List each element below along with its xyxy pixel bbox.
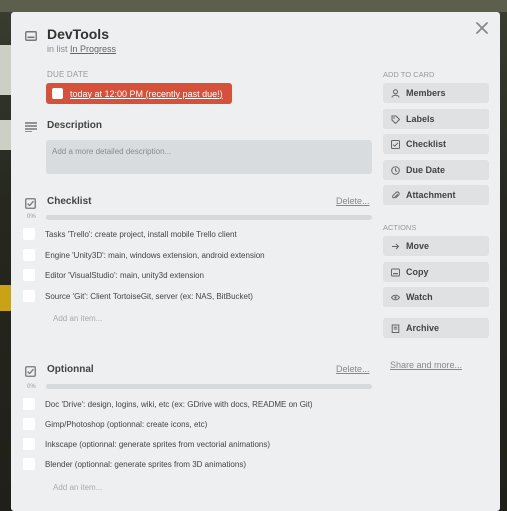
checklist-percent: 0% <box>27 384 36 390</box>
checklist-item-text[interactable]: Blender (optionnal: generate sprites fro… <box>45 460 246 469</box>
checklist-item-checkbox[interactable] <box>23 418 35 430</box>
watch-button-label: Watch <box>406 292 433 302</box>
checklist-item-text[interactable]: Engine 'Unity3D': main, windows extensio… <box>45 251 265 260</box>
checklist-item-text[interactable]: Doc 'Drive': design, logins, wiki, etc (… <box>45 400 313 409</box>
arrow-right-icon <box>391 242 400 251</box>
labels-button[interactable]: Labels <box>383 109 489 129</box>
checklist-item-text[interactable]: Inkscape (optionnal: generate sprites fr… <box>45 440 270 449</box>
attachment-button-label: Attachment <box>406 190 456 200</box>
person-icon <box>391 88 400 98</box>
archive-icon <box>391 324 400 333</box>
members-button-label: Members <box>406 88 446 98</box>
watch-button[interactable]: Watch <box>383 287 489 307</box>
add-checklist-item[interactable]: Add an item... <box>53 314 102 323</box>
members-button[interactable]: Members <box>383 83 489 103</box>
checklist-title[interactable]: Checklist <box>47 196 91 207</box>
checklist-item-checkbox[interactable] <box>23 249 35 261</box>
card-title[interactable]: DevTools <box>47 26 109 42</box>
description-input[interactable]: Add a more detailed description... <box>46 140 372 174</box>
add-checklist-item[interactable]: Add an item... <box>53 483 102 492</box>
checklist-item[interactable]: Tasks 'Trello': create project, install … <box>23 227 237 241</box>
description-icon <box>25 119 37 137</box>
checklist-title[interactable]: Optionnal <box>47 364 94 375</box>
checklist-item-text[interactable]: Gimp/Photoshop (optionnal: create icons,… <box>45 420 207 429</box>
card-list-info: in list In Progress <box>47 44 116 54</box>
checklist-item[interactable]: Gimp/Photoshop (optionnal: create icons,… <box>23 417 207 431</box>
actions-label: ACTIONS <box>383 223 417 232</box>
checklist-progress-bar <box>46 384 372 389</box>
add-to-card-label: ADD TO CARD <box>383 70 435 79</box>
archive-button-label: Archive <box>406 323 440 333</box>
archive-button[interactable]: Archive <box>383 318 489 338</box>
checklist-delete-link[interactable]: Delete... <box>336 196 370 206</box>
description-title: Description <box>47 120 103 131</box>
card-icon <box>25 28 37 46</box>
due-date-button[interactable]: Due Date <box>383 160 489 180</box>
checklist-item-checkbox[interactable] <box>23 398 35 410</box>
card-detail-modal: DevTools in list In Progress DUE DATE to… <box>11 12 500 511</box>
list-prefix: in list <box>47 44 68 54</box>
checklist-item-checkbox[interactable] <box>23 438 35 450</box>
due-date-button-label: Due Date <box>406 165 446 175</box>
checkbox-icon <box>391 139 400 149</box>
due-complete-checkbox[interactable] <box>52 88 63 99</box>
checklist-item[interactable]: Doc 'Drive': design, logins, wiki, etc (… <box>23 397 313 411</box>
checklist-item[interactable]: Blender (optionnal: generate sprites fro… <box>23 457 246 471</box>
copy-button-label: Copy <box>406 267 429 277</box>
due-date-badge[interactable]: today at 12:00 PM (recently past due!) <box>46 83 232 104</box>
checklist-item-text[interactable]: Editor 'VisualStudio': main, unity3d ext… <box>45 271 204 280</box>
checklist-button[interactable]: Checklist <box>383 134 489 154</box>
checklist-delete-link[interactable]: Delete... <box>336 364 370 374</box>
clock-icon <box>391 165 400 175</box>
checklist-item-checkbox[interactable] <box>23 269 35 281</box>
share-and-more-link[interactable]: Share and more... <box>390 360 462 370</box>
due-date-text[interactable]: today at 12:00 PM (recently past due!) <box>70 89 223 99</box>
checklist-icon <box>25 364 36 382</box>
paperclip-icon <box>391 191 400 200</box>
due-date-label: DUE DATE <box>47 70 89 79</box>
labels-button-label: Labels <box>406 114 435 124</box>
tag-icon <box>391 115 400 124</box>
checklist-item[interactable]: Source 'Git': Client TortoiseGit, server… <box>23 289 253 303</box>
copy-button[interactable]: Copy <box>383 262 489 282</box>
checklist-icon <box>25 196 36 214</box>
card-icon <box>391 268 400 277</box>
move-button-label: Move <box>406 241 430 251</box>
checklist-button-label: Checklist <box>406 139 447 149</box>
checklist-item[interactable]: Editor 'VisualStudio': main, unity3d ext… <box>23 268 204 282</box>
checklist-item[interactable]: Inkscape (optionnal: generate sprites fr… <box>23 437 270 451</box>
checklist-item-checkbox[interactable] <box>23 290 35 302</box>
checklist-item-checkbox[interactable] <box>23 458 35 470</box>
checklist-item[interactable]: Engine 'Unity3D': main, windows extensio… <box>23 248 265 262</box>
list-link[interactable]: In Progress <box>70 44 116 54</box>
eye-icon <box>391 293 400 302</box>
close-icon[interactable] <box>474 20 490 36</box>
checklist-item-text[interactable]: Source 'Git': Client TortoiseGit, server… <box>45 292 253 301</box>
attachment-button[interactable]: Attachment <box>383 185 489 205</box>
move-button[interactable]: Move <box>383 236 489 256</box>
checklist-item-checkbox[interactable] <box>23 228 35 240</box>
checklist-percent: 0% <box>27 214 36 220</box>
checklist-item-text[interactable]: Tasks 'Trello': create project, install … <box>45 230 237 239</box>
checklist-progress-bar <box>46 215 372 220</box>
board-header-strip <box>0 0 507 12</box>
description-placeholder: Add a more detailed description... <box>52 147 172 156</box>
